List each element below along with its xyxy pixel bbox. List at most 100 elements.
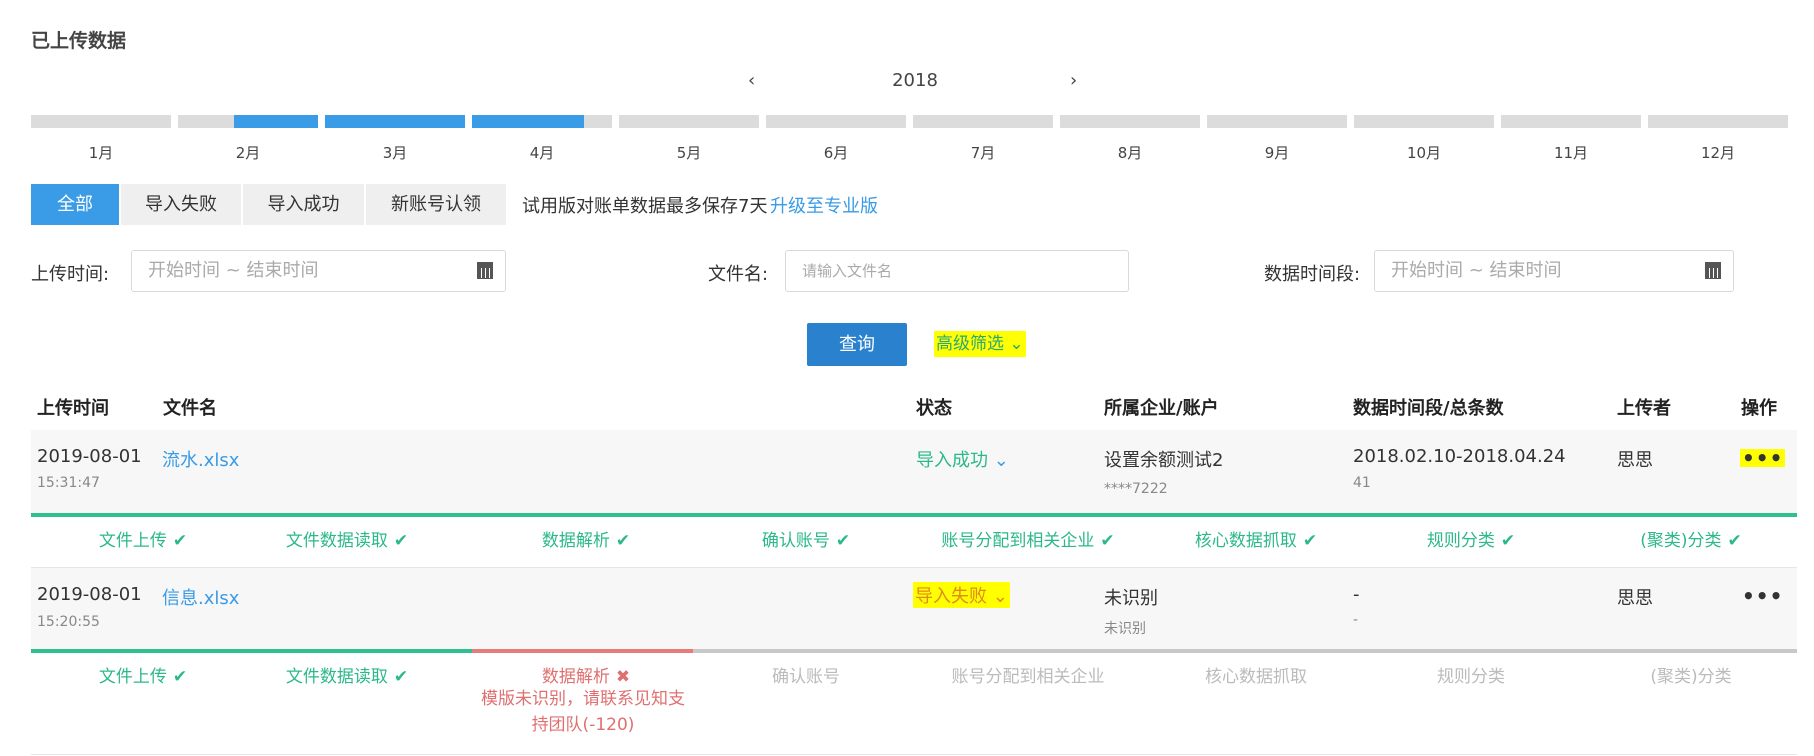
th-uploader: 上传者: [1617, 398, 1671, 419]
th-upload-time: 上传时间: [37, 398, 109, 419]
tab-import-failed[interactable]: 导入失败: [121, 184, 241, 225]
process-step: 文件数据读取 ✔: [247, 662, 447, 687]
data-period: 2018.02.10-2018.04.24: [1353, 446, 1566, 467]
process-step: 数据解析 ✖: [486, 662, 686, 687]
step-label: 账号分配到相关企业: [951, 667, 1105, 687]
file-name-link[interactable]: 信息.xlsx: [162, 584, 239, 610]
tab-all[interactable]: 全部: [31, 184, 119, 225]
trial-note: 试用版对账单数据最多保存7天: [522, 196, 768, 217]
calendar-icon[interactable]: [477, 262, 493, 279]
month-bar[interactable]: [325, 115, 465, 128]
month-label: 5月: [676, 144, 702, 162]
data-period-placeholder: 开始时间 ~ 结束时间: [1391, 260, 1562, 281]
check-icon: ✔: [393, 667, 409, 687]
file-name-link[interactable]: 流水.xlsx: [162, 446, 239, 472]
process-step: 账号分配到相关企业 ✔: [928, 526, 1128, 551]
step-label: 确认账号: [772, 667, 840, 687]
process-step: 确认账号 ✔: [706, 526, 906, 551]
more-actions-button[interactable]: •••: [1740, 448, 1786, 468]
file-name-input[interactable]: 请输入文件名: [785, 250, 1129, 292]
month-label: 3月: [382, 144, 408, 162]
status-dropdown[interactable]: 导入成功 ⌄: [916, 446, 1009, 472]
check-icon: ✔: [1500, 531, 1516, 551]
month-label: 4月: [529, 144, 555, 162]
step-label: 核心数据抓取: [1194, 531, 1297, 551]
page-title: 已上传数据: [31, 30, 127, 52]
step-label: 规则分类: [1426, 531, 1495, 551]
month-bar[interactable]: [178, 115, 318, 128]
process-step: 文件数据读取 ✔: [247, 526, 447, 551]
step-label: 文件上传: [98, 531, 167, 551]
upload-time-placeholder: 开始时间 ~ 结束时间: [148, 260, 319, 281]
table-row: [31, 568, 1797, 649]
month-bar[interactable]: [1207, 115, 1347, 128]
step-label: 规则分类: [1437, 667, 1505, 687]
step-label: 数据解析: [541, 667, 610, 687]
month-label: 9月: [1264, 144, 1290, 162]
month-bar[interactable]: [619, 115, 759, 128]
check-icon: ✔: [1302, 531, 1318, 551]
step-label: 文件数据读取: [285, 667, 388, 687]
month-data-fill: [234, 115, 318, 128]
step-label: (聚类)分类: [1650, 667, 1732, 687]
error-message-line1: 模版未识别，请联系见知支: [481, 689, 685, 709]
table-row: [31, 430, 1797, 513]
month-label: 10月: [1406, 144, 1442, 162]
process-step: 账号分配到相关企业: [928, 662, 1128, 687]
more-actions-button[interactable]: •••: [1742, 584, 1783, 608]
year-label: 2018: [892, 70, 938, 91]
month-bar[interactable]: [766, 115, 906, 128]
upload-time-range-input[interactable]: 开始时间 ~ 结束时间: [131, 250, 506, 292]
th-actions: 操作: [1741, 398, 1777, 419]
check-icon: ✔: [1100, 531, 1115, 551]
month-bar[interactable]: [913, 115, 1053, 128]
check-icon: ✔: [835, 531, 851, 551]
th-status: 状态: [916, 398, 952, 419]
tab-new-account-claim[interactable]: 新账号认领: [366, 184, 506, 225]
month-bar[interactable]: [31, 115, 171, 128]
status-dropdown[interactable]: 导入失败 ⌄: [913, 582, 1010, 608]
step-label: 核心数据抓取: [1205, 667, 1307, 687]
check-icon: ✔: [615, 531, 631, 551]
next-year-button[interactable]: ›: [1070, 70, 1077, 91]
th-company-account: 所属企业/账户: [1104, 398, 1219, 419]
data-period-range-input[interactable]: 开始时间 ~ 结束时间: [1374, 250, 1734, 292]
row-divider: [31, 754, 1797, 755]
step-label: 文件上传: [98, 667, 167, 687]
th-file-name: 文件名: [163, 398, 217, 419]
step-label: 确认账号: [761, 531, 830, 551]
month-bar[interactable]: [1060, 115, 1200, 128]
upgrade-link[interactable]: 升级至专业版: [770, 192, 878, 218]
record-count: -: [1353, 612, 1359, 628]
upload-time-label: 上传时间:: [31, 264, 110, 285]
chevron-down-icon: ⌄: [988, 450, 1009, 471]
check-icon: ✔: [172, 667, 188, 687]
progress-bar-failed: [472, 649, 693, 653]
th-data-period-count: 数据时间段/总条数: [1353, 398, 1504, 419]
process-step: (聚类)分类 ✔: [1591, 526, 1791, 551]
month-label: 6月: [823, 144, 849, 162]
data-period-label: 数据时间段:: [1264, 264, 1361, 285]
advanced-filter-toggle[interactable]: 高级筛选 ⌄: [934, 331, 1026, 357]
prev-year-button[interactable]: ‹: [748, 70, 755, 91]
month-bar[interactable]: [472, 115, 612, 128]
upload-date: 2019-08-01: [37, 584, 142, 605]
process-step: 数据解析 ✔: [486, 526, 686, 551]
month-bar[interactable]: [1648, 115, 1788, 128]
month-bar[interactable]: [1354, 115, 1494, 128]
process-step: 核心数据抓取 ✔: [1156, 526, 1356, 551]
status-text: 导入成功: [916, 450, 988, 471]
file-name-placeholder: 请输入文件名: [802, 262, 893, 280]
step-label: 账号分配到相关企业: [941, 531, 1095, 551]
status-tabs: 全部 导入失败 导入成功 新账号认领: [31, 184, 508, 225]
query-button[interactable]: 查询: [807, 323, 907, 366]
month-data-fill: [472, 115, 584, 128]
tab-import-success[interactable]: 导入成功: [243, 184, 364, 225]
calendar-icon[interactable]: [1705, 262, 1721, 279]
record-count: 41: [1353, 475, 1371, 491]
advanced-filter-label: 高级筛选: [936, 334, 1004, 354]
error-message-line2: 持团队(-120): [531, 715, 635, 735]
upload-time: 15:31:47: [37, 475, 100, 491]
progress-bar-pending: [693, 649, 1797, 653]
month-bar[interactable]: [1501, 115, 1641, 128]
